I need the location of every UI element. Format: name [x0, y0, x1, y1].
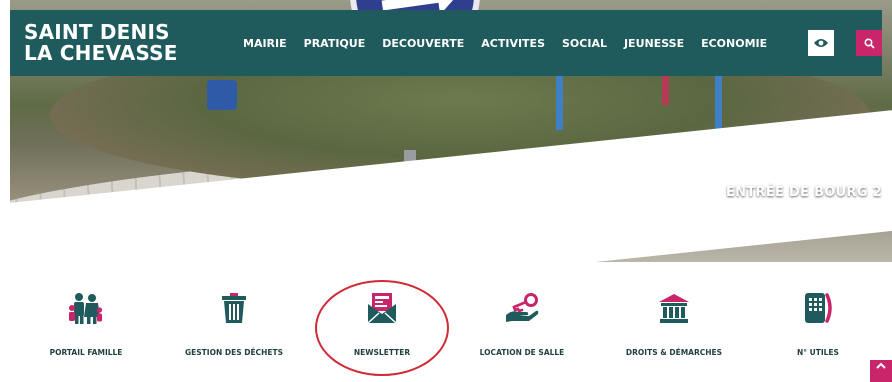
slider-dot[interactable]	[672, 226, 679, 233]
slider-dots[interactable]	[586, 225, 826, 234]
quick-link-label: LOCATION DE SALLE	[479, 348, 565, 357]
hero-caption: ENTRÉE DE BOURG 2	[726, 185, 882, 200]
quick-link-location-salle[interactable]: LOCATION DE SALLE	[457, 288, 587, 357]
quick-link-droits-demarches[interactable]: DROITS & DÉMARCHES	[609, 288, 739, 357]
slider-dot[interactable]	[651, 226, 658, 233]
nav-decouverte[interactable]: DECOUVERTE	[382, 37, 464, 50]
nav-jeunesse[interactable]: JEUNESSE	[624, 37, 684, 50]
key-hand-icon	[506, 293, 539, 322]
nav-mairie[interactable]: MAIRIE	[243, 37, 287, 50]
nav-social[interactable]: SOCIAL	[562, 37, 607, 50]
site-logo[interactable]: SAINT DENIS LA CHEVASSE	[24, 22, 224, 64]
slider-dot[interactable]	[798, 226, 805, 233]
town-hall-icon	[659, 294, 689, 323]
quick-link-label: NEWSLETTER	[353, 348, 411, 357]
search-icon	[863, 37, 875, 49]
trash-bin-icon	[222, 293, 246, 323]
quick-link-label: N° UTILES	[797, 348, 839, 357]
quick-link-label: PORTAIL FAMILLE	[49, 348, 123, 357]
logo-line-1: SAINT DENIS	[24, 20, 170, 44]
phone-icon	[805, 293, 832, 323]
logo-line-2: LA CHEVASSE	[24, 41, 178, 65]
quick-link-label: DROITS & DÉMARCHES	[625, 348, 723, 357]
quick-link-numeros-utiles[interactable]: N° UTILES	[753, 288, 883, 357]
slider-dot[interactable]	[735, 226, 742, 233]
family-icon	[69, 293, 103, 324]
site-header: SAINT DENIS LA CHEVASSE MAIRIE PRATIQUE …	[10, 10, 882, 76]
quick-link-label: GESTION DES DÉCHETS	[185, 348, 283, 357]
accessibility-button[interactable]	[808, 30, 834, 56]
hero-post	[556, 75, 563, 130]
quick-links: PORTAIL FAMILLE GESTION DES DÉCHETS NEWS…	[0, 288, 892, 368]
quick-link-newsletter[interactable]: NEWSLETTER	[317, 288, 447, 357]
search-button[interactable]	[856, 30, 882, 56]
slider-dot[interactable]	[586, 226, 593, 233]
newsletter-envelope-icon	[367, 293, 397, 324]
hero-figure	[207, 80, 237, 110]
nav-activites[interactable]: ACTIVITES	[481, 37, 545, 50]
slider-dot[interactable]	[714, 226, 721, 233]
slider-dot[interactable]	[693, 226, 700, 233]
slider-dot[interactable]	[777, 226, 784, 233]
main-nav: MAIRIE PRATIQUE DECOUVERTE ACTIVITES SOC…	[243, 10, 767, 76]
scroll-to-top-button[interactable]	[870, 360, 892, 382]
slider-dot[interactable]	[819, 226, 826, 233]
nav-economie[interactable]: ECONOMIE	[701, 37, 767, 50]
slider-dot[interactable]	[756, 226, 763, 233]
slider-dot-active[interactable]	[628, 225, 637, 234]
quick-link-portail-famille[interactable]: PORTAIL FAMILLE	[21, 288, 151, 357]
eye-icon	[814, 39, 828, 47]
slider-dot[interactable]	[607, 226, 614, 233]
chevron-up-icon	[876, 362, 886, 369]
quick-link-gestion-dechets[interactable]: GESTION DES DÉCHETS	[169, 288, 299, 357]
nav-pratique[interactable]: PRATIQUE	[304, 37, 366, 50]
